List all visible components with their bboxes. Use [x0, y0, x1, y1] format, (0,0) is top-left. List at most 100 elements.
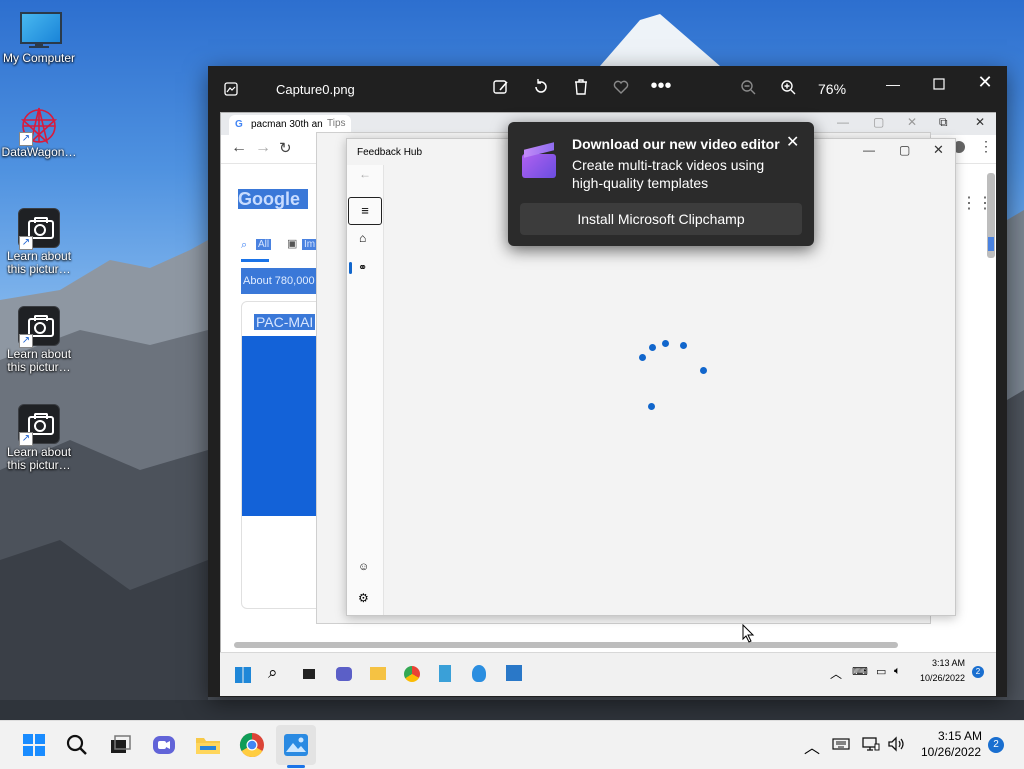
- desktop-icon-datawagon[interactable]: ↗ DataWagon…: [0, 104, 78, 159]
- desktop-icon-label: Learn about this pictur…: [6, 347, 72, 374]
- forward-arrow-icon[interactable]: →: [255, 139, 271, 157]
- inner-feedback-icon: [506, 665, 522, 681]
- camera-icon: ↗: [17, 404, 61, 446]
- monitor-icon: [17, 10, 62, 50]
- google-g-icon: G: [235, 119, 243, 130]
- inner-maximize-icon: ▢: [873, 115, 885, 129]
- volume-icon[interactable]: [887, 736, 907, 752]
- search-tab-underline: [241, 259, 269, 262]
- notification-badge[interactable]: 2: [988, 737, 1004, 753]
- inner-chevron-up-icon: ︿: [830, 667, 843, 681]
- inner-clock-time: 3:13 AM: [932, 658, 966, 668]
- start-button[interactable]: [20, 731, 48, 759]
- shortcut-arrow-icon: ↗: [19, 132, 33, 146]
- clipchamp-icon: [522, 142, 558, 180]
- desktop-icon-label: Learn about this pictur…: [6, 445, 72, 472]
- inner-search-icon: ⌕: [268, 663, 278, 682]
- zoom-out-icon[interactable]: [737, 78, 759, 100]
- search-tab-images[interactable]: Im: [302, 239, 318, 250]
- edit-image-icon[interactable]: [490, 78, 512, 100]
- back-arrow-icon[interactable]: ←: [231, 139, 247, 157]
- shortcut-arrow-icon: ↗: [19, 432, 33, 446]
- shortcut-arrow-icon: ↗: [19, 334, 33, 348]
- fb-maximize-icon: ▢: [899, 143, 911, 157]
- fb-nav-indicator: [349, 262, 352, 274]
- file-explorer-button[interactable]: [194, 731, 222, 759]
- fb-feedback-icon: ⚭: [358, 262, 368, 274]
- photos-titlebar: Capture0.png ••• 76% — ✕: [208, 66, 1007, 112]
- result-card[interactable]: PAC-MAI: [241, 301, 323, 609]
- minimize-button[interactable]: —: [882, 74, 904, 96]
- chevron-up-icon[interactable]: ︿: [804, 734, 820, 758]
- install-clipchamp-button[interactable]: Install Microsoft Clipchamp: [520, 203, 802, 235]
- toast-close-button[interactable]: ✕: [786, 132, 799, 152]
- clipchamp-toast: Download our new video editor Create mul…: [508, 122, 814, 246]
- fb-account-icon: ☺: [358, 561, 370, 573]
- maximize-button[interactable]: [928, 74, 950, 96]
- inner-keyboard-icon: ⌨: [852, 666, 868, 678]
- keyboard-icon[interactable]: [832, 737, 850, 751]
- clock-time[interactable]: 3:15 AM: [938, 729, 982, 743]
- desktop-icon-learn-3[interactable]: ↗ Learn about this pictur…: [0, 404, 78, 472]
- inner-tips-icon: [472, 665, 486, 682]
- inner-chat-icon: [336, 667, 352, 681]
- clock-date[interactable]: 10/26/2022: [921, 745, 981, 759]
- results-count: About 780,000: [241, 268, 323, 294]
- network-icon[interactable]: [862, 736, 880, 752]
- taskbar: ︿ 3:15 AM 10/26/2022 2: [0, 720, 1024, 769]
- zoom-level[interactable]: 76%: [818, 81, 846, 97]
- rotate-icon[interactable]: [530, 78, 552, 100]
- fb-nav-rail: ← ≡ ⌂ ⚭ ☺ ⚙: [347, 165, 384, 615]
- inner-taskview-icon: [303, 669, 315, 679]
- zoom-in-icon[interactable]: [777, 78, 799, 100]
- desktop-icon-learn-2[interactable]: ↗ Learn about this pictur…: [0, 306, 78, 374]
- photos-app-icon: [224, 82, 238, 96]
- search-icon: ⌕: [241, 239, 248, 251]
- shortcut-arrow-icon: ↗: [19, 236, 33, 250]
- inner-network-icon: ▭: [876, 666, 887, 678]
- more-options-icon[interactable]: •••: [650, 76, 672, 98]
- inner-volume-icon: 🔈︎: [894, 665, 901, 677]
- fb-back-arrow-icon: ←: [359, 167, 371, 181]
- inner-notification-badge: 2: [972, 666, 984, 678]
- photo-horizontal-scrollbar[interactable]: [234, 642, 898, 648]
- desktop-icon-learn-1[interactable]: ↗ Learn about this pictur…: [0, 208, 78, 276]
- inner-close-icon: ✕: [907, 115, 918, 129]
- browser-close-icon: ✕: [975, 115, 986, 129]
- inner-clock-date: 10/26/2022: [920, 673, 966, 683]
- fb-settings-icon: ⚙: [358, 591, 369, 605]
- delete-icon[interactable]: [570, 78, 592, 100]
- inner-start-icon: [235, 667, 251, 683]
- result-card-image: [242, 336, 322, 516]
- fb-minimize-icon: —: [863, 143, 875, 157]
- feedback-hub-title: Feedback Hub: [357, 147, 423, 158]
- browser-tab-title: pacman 30th an: [251, 119, 323, 130]
- chrome-button[interactable]: [238, 731, 266, 759]
- screenshot-taskbar: ⌕ ︿ ⌨ ▭ 🔈︎ 3:13 AM 10/26/2022 2: [220, 652, 996, 696]
- desktop-icon-label: Learn about this pictur…: [6, 249, 72, 276]
- close-button[interactable]: ✕: [974, 72, 996, 94]
- teams-chat-button[interactable]: [150, 731, 178, 759]
- desktop-icon-label: My Computer: [2, 51, 76, 65]
- photos-filename: Capture0.png: [276, 82, 355, 97]
- images-icon: ▣: [287, 238, 298, 250]
- task-view-button[interactable]: [106, 731, 134, 759]
- desktop-icon-my-computer[interactable]: My Computer: [0, 10, 78, 65]
- photos-app-button[interactable]: [282, 731, 310, 759]
- browser-restore-icon: ⧉: [939, 115, 948, 129]
- browser-menu-icon: ⋮: [979, 138, 993, 154]
- toast-body: Create multi-track videos using high-qua…: [572, 157, 765, 191]
- side-tab-marker: [988, 237, 994, 251]
- tips-title: Tips: [327, 118, 346, 129]
- fb-hamburger-icon: ≡: [348, 197, 382, 225]
- fb-home-icon: ⌂: [359, 231, 367, 245]
- camera-icon: ↗: [17, 306, 61, 348]
- search-tab-all[interactable]: All: [256, 239, 272, 250]
- datawagon-icon: ↗: [17, 104, 61, 146]
- inner-minimize-icon: —: [837, 115, 849, 129]
- inner-folder-icon: [370, 667, 386, 680]
- toast-title: Download our new video editor: [572, 136, 780, 152]
- reload-icon[interactable]: ↻: [279, 139, 292, 157]
- search-button[interactable]: [63, 731, 91, 759]
- favorite-heart-icon[interactable]: [610, 78, 632, 100]
